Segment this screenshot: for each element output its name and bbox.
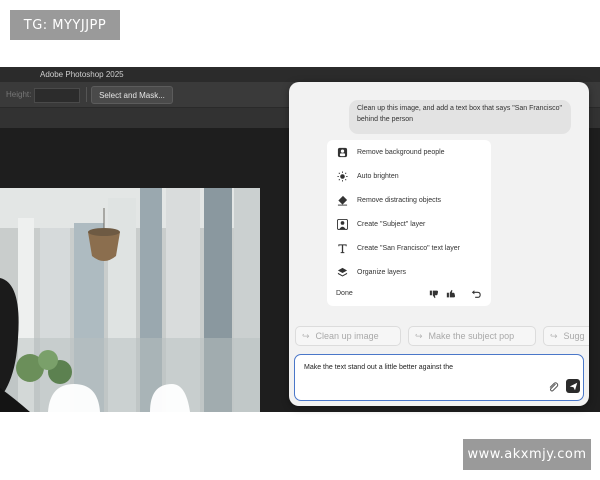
title-bar: Adobe Photoshop 2025 (0, 67, 600, 82)
suggestion-label: Sugg (563, 331, 585, 341)
layers-icon (335, 265, 349, 279)
app-title: Adobe Photoshop 2025 (40, 70, 124, 79)
done-label: Done (336, 290, 353, 297)
watermark-bottom: www.akxmjy.com (463, 439, 591, 470)
suggestion-chips: ↪ Clean up image ↪ Make the subject pop … (295, 326, 589, 348)
send-button[interactable] (566, 379, 580, 393)
eraser-icon (335, 193, 349, 207)
step-create-text-layer[interactable]: Create "San Francisco" text layer (335, 240, 460, 256)
step-label: Create "Subject" layer (357, 220, 426, 228)
prompt-input[interactable]: Make the text stand out a little better … (294, 354, 584, 401)
prompt-text[interactable]: Make the text stand out a little better … (304, 364, 453, 371)
suggestion-chip[interactable]: ↪ Clean up image (295, 326, 401, 346)
step-label: Organize layers (357, 268, 407, 276)
step-label: Create "San Francisco" text layer (357, 244, 461, 252)
paperclip-icon[interactable] (547, 380, 559, 392)
thumbs-down-icon[interactable] (427, 287, 440, 300)
redo-arrow-icon: ↪ (302, 330, 310, 341)
suggestion-chip[interactable]: ↪ Sugg (543, 326, 589, 346)
options-divider (86, 87, 87, 102)
step-auto-brighten[interactable]: Auto brighten (335, 168, 399, 184)
step-create-subject-layer[interactable]: Create "Subject" layer (335, 216, 425, 232)
step-label: Remove distracting objects (357, 196, 442, 204)
height-input[interactable] (34, 88, 80, 103)
step-label: Remove background people (357, 148, 445, 156)
step-label: Auto brighten (357, 172, 399, 180)
redo-arrow-icon: ↪ (415, 330, 423, 341)
send-icon (569, 382, 577, 390)
people-remove-icon (335, 145, 349, 159)
suggestion-label: Make the subject pop (428, 331, 515, 341)
person-icon (335, 217, 349, 231)
image-canvas[interactable] (0, 188, 260, 412)
suggestion-chip[interactable]: ↪ Make the subject pop (408, 326, 536, 346)
ai-assistant-panel: Clean up this image, and add a text box … (289, 82, 589, 406)
undo-icon[interactable] (469, 287, 482, 300)
watermark-top: TG: MYYJJPP (10, 10, 120, 40)
select-and-mask-button[interactable]: Select and Mask... (91, 86, 173, 104)
generated-steps-list: Remove background people Auto brighten R… (327, 140, 491, 306)
thumbs-up-icon[interactable] (444, 287, 457, 300)
redo-arrow-icon: ↪ (550, 330, 558, 341)
text-icon (335, 241, 349, 255)
step-remove-background-people[interactable]: Remove background people (335, 144, 445, 160)
user-message-bubble: Clean up this image, and add a text box … (349, 100, 571, 134)
suggestion-label: Clean up image (315, 331, 379, 341)
sun-icon (335, 169, 349, 183)
height-label: Height: (6, 90, 32, 99)
canvas-photo (0, 188, 260, 412)
step-remove-distracting-objects[interactable]: Remove distracting objects (335, 192, 441, 208)
step-organize-layers[interactable]: Organize layers (335, 264, 406, 280)
